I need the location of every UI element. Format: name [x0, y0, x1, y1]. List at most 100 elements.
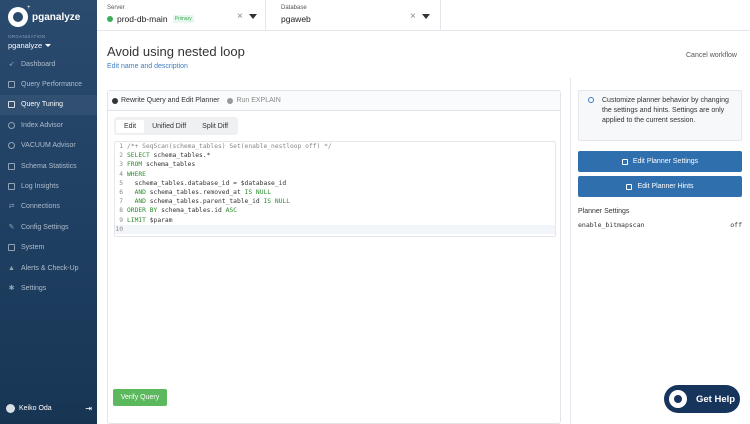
- app-logo[interactable]: + pganalyze: [8, 5, 80, 29]
- code-text: AND schema_tables.parent_table_id IS NUL…: [134, 198, 291, 206]
- line-number: 8: [119, 207, 123, 215]
- sidebar-item-vacuum-advisor[interactable]: VACUUM Advisor: [0, 136, 97, 156]
- org-name: pganalyze: [8, 41, 43, 50]
- avatar: [6, 404, 15, 413]
- org-selector[interactable]: pganalyze: [8, 41, 52, 50]
- code-text: FROM schema_tables: [127, 161, 196, 169]
- bell-icon: ▲: [8, 264, 15, 272]
- code-text: schema_tables.database_id = $database_id: [127, 179, 287, 187]
- logout-icon[interactable]: ⇥: [85, 404, 92, 413]
- cancel-workflow-link[interactable]: Cancel workflow: [686, 52, 737, 59]
- diff-tabs: Edit Unified Diff Split Diff: [114, 117, 239, 135]
- org-label: ORGANIZATION: [8, 34, 46, 39]
- user-menu[interactable]: Keiko Oda ⇥: [6, 404, 92, 413]
- top-bar: Server prod-db-main Primary × Database p…: [97, 0, 750, 31]
- sidebar-item-label: Config Settings: [21, 223, 69, 231]
- sidebar-item-dashboard[interactable]: ➶ Dashboard: [0, 54, 97, 74]
- edit-icon: [621, 158, 628, 165]
- edit-name-link[interactable]: Edit name and description: [107, 63, 188, 70]
- tab-split-diff[interactable]: Split Diff: [194, 120, 236, 133]
- planner-info-box: Customize planner behavior by changing t…: [578, 90, 742, 141]
- sidebar-item-query-tuning[interactable]: Query Tuning: [0, 94, 97, 116]
- edit-planner-hints-button[interactable]: Edit Planner Hints: [578, 176, 742, 197]
- database-label: Database: [281, 5, 307, 11]
- sidebar-nav: ➶ Dashboard Query Performance Query Tunin…: [0, 54, 97, 299]
- sidebar-item-label: Query Tuning: [21, 101, 64, 109]
- chevron-down-icon[interactable]: [249, 14, 257, 19]
- get-help-button[interactable]: Get Help: [664, 385, 740, 413]
- edit-settings-label: Edit Planner Settings: [632, 158, 699, 165]
- caret-down-icon: [45, 44, 52, 47]
- code-line: 1 /*+ SeqScan(schema_tables) Set(enable_n…: [115, 142, 555, 151]
- wrench-icon: ✎: [8, 223, 15, 231]
- column-divider: [570, 78, 571, 424]
- page-title: Avoid using nested loop: [107, 44, 245, 59]
- sidebar-item-connections[interactable]: ⇄ Connections: [0, 197, 97, 217]
- database-selector[interactable]: Database pgaweb ×: [271, 0, 441, 31]
- sidebar-item-query-performance[interactable]: Query Performance: [0, 74, 97, 94]
- sidebar-item-config-settings[interactable]: ✎ Config Settings: [0, 217, 97, 237]
- code-line: 9 LIMIT $param: [115, 216, 555, 225]
- sidebar-item-label: VACUUM Advisor: [21, 142, 76, 150]
- verify-query-button[interactable]: Verify Query: [113, 389, 167, 406]
- database-value-row: pgaweb: [281, 14, 311, 24]
- setting-name: enable_bitmapscan: [578, 221, 645, 229]
- sidebar-item-label: Dashboard: [21, 60, 56, 68]
- code-line: 4 WHERE: [115, 170, 555, 179]
- run-explain-label: Run EXPLAIN: [236, 97, 281, 104]
- run-explain-tab[interactable]: Run EXPLAIN: [227, 97, 281, 104]
- grid-icon: [8, 162, 15, 170]
- rocket-icon: ➶: [8, 60, 15, 68]
- status-dot-icon: [107, 16, 113, 22]
- line-number: 7: [119, 198, 123, 206]
- code-text: LIMIT $param: [127, 216, 173, 224]
- index-icon: [8, 121, 15, 129]
- sidebar-item-label: Log Insights: [21, 183, 59, 191]
- server-selector[interactable]: Server prod-db-main Primary ×: [97, 0, 266, 31]
- code-editor[interactable]: 1 /*+ SeqScan(schema_tables) Set(enable_n…: [114, 141, 556, 237]
- elephant-logo-icon: [8, 7, 28, 27]
- database-value: pgaweb: [281, 14, 311, 24]
- code-text: ORDER BY schema_tables.id ASC: [127, 207, 237, 215]
- code-line: 6 AND schema_tables.removed_at IS NULL: [115, 188, 555, 197]
- sidebar-item-label: Schema Statistics: [21, 162, 77, 170]
- logo-superscript: +: [27, 5, 31, 11]
- get-help-label: Get Help: [696, 393, 736, 405]
- clear-database-icon[interactable]: ×: [410, 11, 416, 22]
- planner-settings-title: Planner Settings: [578, 208, 630, 215]
- code-text: WHERE: [127, 170, 146, 178]
- elephant-help-icon: [669, 390, 687, 408]
- rewrite-query-tab[interactable]: Rewrite Query and Edit Planner: [112, 97, 219, 104]
- line-number: 5: [119, 179, 123, 187]
- server-value: prod-db-main: [117, 14, 168, 24]
- sidebar-item-label: System: [21, 244, 45, 252]
- tab-edit[interactable]: Edit: [116, 119, 145, 133]
- clear-server-icon[interactable]: ×: [237, 11, 243, 22]
- sidebar: + pganalyze ORGANIZATION pganalyze ➶ Dash…: [0, 0, 97, 424]
- sidebar-item-alerts[interactable]: ▲ Alerts & Check-Up: [0, 258, 97, 278]
- sidebar-item-schema-statistics[interactable]: Schema Statistics: [0, 156, 97, 176]
- tab-unified-diff[interactable]: Unified Diff: [144, 120, 194, 133]
- monitor-icon: [8, 244, 15, 252]
- sidebar-item-system[interactable]: System: [0, 238, 97, 258]
- setting-value: off: [730, 221, 742, 229]
- code-line: 3 FROM schema_tables: [115, 160, 555, 169]
- line-number: 6: [119, 189, 123, 197]
- edit-icon: [626, 183, 633, 190]
- chevron-down-icon[interactable]: [422, 14, 430, 19]
- sidebar-item-index-advisor[interactable]: Index Advisor: [0, 115, 97, 135]
- line-number: 9: [119, 216, 123, 224]
- line-number: 2: [119, 152, 123, 160]
- sidebar-item-label: Index Advisor: [21, 121, 64, 129]
- code-text: /*+ SeqScan(schema_tables) Set(enable_ne…: [127, 143, 332, 151]
- edit-hints-label: Edit Planner Hints: [637, 183, 694, 190]
- edit-planner-settings-button[interactable]: Edit Planner Settings: [578, 151, 742, 172]
- code-line: 7 AND schema_tables.parent_table_id IS N…: [115, 197, 555, 206]
- log-icon: [8, 183, 15, 191]
- line-number: 10: [115, 225, 123, 233]
- sidebar-item-settings[interactable]: ✱ Settings: [0, 278, 97, 298]
- connection-icon: ⇄: [8, 203, 15, 211]
- line-number: 3: [119, 161, 123, 169]
- code-line-current: 10: [115, 224, 555, 234]
- sidebar-item-log-insights[interactable]: Log Insights: [0, 176, 97, 196]
